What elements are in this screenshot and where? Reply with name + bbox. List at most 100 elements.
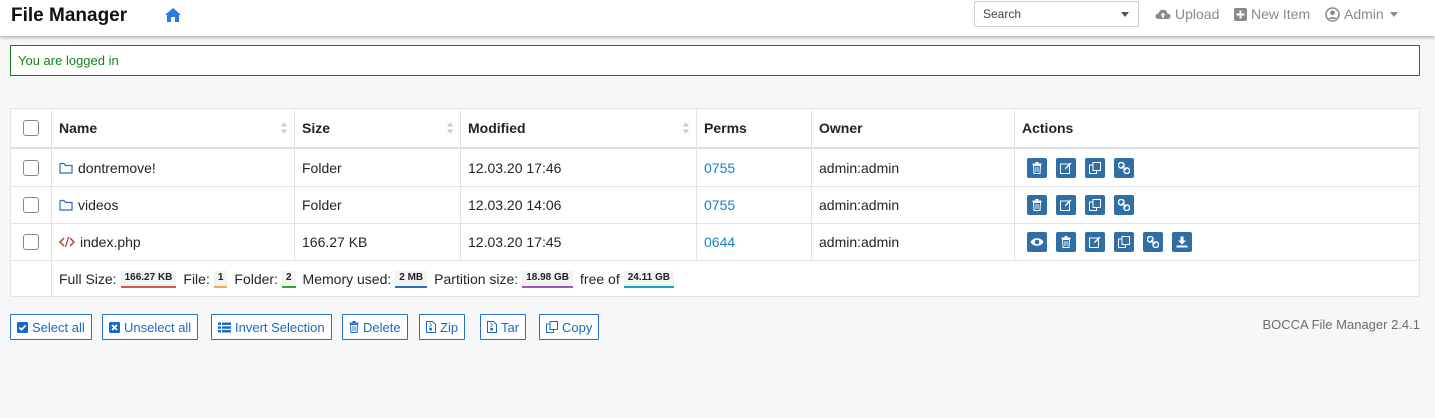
file-name: index.php (80, 234, 141, 250)
plus-square-icon (1234, 7, 1247, 21)
memory-badge: 2 MB (395, 270, 428, 288)
table-row: dontremove! Folder 12.03.20 17:46 0755 a… (11, 149, 1419, 187)
top-navbar: File Manager Upload New Item Admin (0, 0, 1435, 36)
header-modified[interactable]: Modified (460, 109, 696, 147)
file-size: Folder (302, 159, 342, 176)
perms-link[interactable]: 0755 (704, 197, 735, 213)
header-actions-label: Actions (1022, 120, 1074, 136)
file-archive-icon (487, 321, 497, 333)
file-owner: admin:admin (819, 197, 900, 213)
file-name-link[interactable]: dontremove! (59, 160, 156, 176)
upload-link[interactable]: Upload (1155, 6, 1219, 22)
delete-button[interactable] (1056, 232, 1076, 252)
copy-button[interactable] (1114, 232, 1134, 252)
header-perms-label: Perms (704, 120, 747, 136)
header-owner: Owner (811, 109, 1014, 147)
file-modified: 12.03.20 14:06 (468, 197, 562, 213)
header-size[interactable]: Size (294, 109, 460, 147)
caret-down-icon (1389, 11, 1398, 17)
login-alert: You are logged in (10, 45, 1420, 76)
file-modified: 12.03.20 17:46 (468, 159, 562, 176)
folder-count-badge: 2 (281, 270, 296, 288)
download-icon (1176, 236, 1188, 248)
file-name-link[interactable]: videos (59, 197, 118, 213)
header-modified-label: Modified (468, 120, 526, 136)
rename-button[interactable] (1056, 157, 1076, 178)
partition-label: Partition size: (434, 271, 519, 287)
header-name-label: Name (59, 120, 98, 136)
search-input[interactable] (975, 2, 1115, 26)
cloud-upload-icon (1155, 9, 1171, 19)
copy-icon (1089, 161, 1101, 174)
x-square-icon (109, 321, 120, 333)
trash-icon (1032, 161, 1042, 174)
select-all-checkbox[interactable] (23, 120, 39, 136)
delete-label: Delete (363, 319, 401, 335)
trash-icon (1032, 199, 1042, 211)
folder-count-label: Folder: (234, 271, 278, 287)
link-icon (1118, 199, 1130, 211)
delete-button[interactable] (1027, 157, 1047, 178)
full-size-badge: 166.27 KB (120, 270, 177, 288)
copy-selected-button[interactable]: Copy (539, 314, 600, 340)
row-checkbox[interactable] (23, 234, 39, 250)
delete-button[interactable] (1027, 195, 1047, 215)
admin-menu[interactable]: Admin (1325, 6, 1398, 22)
new-item-link[interactable]: New Item (1234, 6, 1310, 22)
full-size-label: Full Size: (59, 271, 117, 287)
edit-icon (1089, 236, 1101, 248)
copy-icon (1089, 199, 1101, 211)
link-icon (1118, 161, 1130, 174)
rename-button[interactable] (1085, 232, 1105, 252)
zip-button[interactable]: Zip (419, 314, 466, 340)
direct-link-button[interactable] (1143, 232, 1163, 252)
file-modified: 12.03.20 17:45 (468, 234, 562, 250)
perms-link[interactable]: 0644 (704, 234, 735, 250)
file-name-link[interactable]: index.php (59, 234, 141, 250)
edit-icon (1060, 199, 1072, 211)
upload-label: Upload (1175, 6, 1220, 22)
sort-icon[interactable] (446, 121, 454, 135)
unselect-all-button[interactable]: Unselect all (102, 314, 199, 340)
table-footer-row: Full Size: 166.27 KB File: 1 Folder: 2 M… (11, 261, 1419, 297)
link-icon (1147, 236, 1159, 248)
copy-button[interactable] (1085, 195, 1105, 215)
partition-badge: 18.98 GB (522, 270, 574, 288)
row-checkbox[interactable] (23, 159, 39, 176)
row-checkbox[interactable] (23, 197, 39, 213)
rename-button[interactable] (1056, 195, 1076, 215)
tar-button[interactable]: Tar (480, 314, 527, 340)
folder-icon (59, 199, 73, 211)
version-text: BOCCA File Manager 2.4.1 (1262, 317, 1420, 332)
chevron-down-icon[interactable] (1121, 12, 1129, 17)
select-all-button[interactable]: Select all (10, 314, 92, 340)
memory-label: Memory used: (302, 271, 392, 287)
file-owner: admin:admin (819, 234, 900, 250)
invert-selection-button[interactable]: Invert Selection (211, 314, 332, 340)
admin-label: Admin (1344, 6, 1384, 22)
view-button[interactable] (1027, 232, 1047, 252)
home-icon[interactable] (164, 7, 182, 23)
table-row: index.php 166.27 KB 12.03.20 17:45 0644 … (11, 224, 1419, 261)
select-all-label: Select all (32, 319, 85, 335)
new-item-label: New Item (1251, 6, 1311, 22)
delete-selected-button[interactable]: Delete (342, 314, 408, 340)
search-select[interactable] (974, 1, 1139, 27)
free-label: free of (580, 271, 620, 287)
direct-link-button[interactable] (1114, 157, 1134, 178)
sort-icon[interactable] (280, 121, 288, 135)
table-row: videos Folder 12.03.20 14:06 0755 admin:… (11, 187, 1419, 224)
edit-icon (1060, 162, 1072, 174)
unselect-all-label: Unselect all (124, 319, 192, 335)
copy-label: Copy (562, 319, 593, 335)
copy-button[interactable] (1085, 157, 1105, 178)
file-size: 166.27 KB (302, 234, 368, 250)
sort-icon[interactable] (682, 121, 690, 135)
download-button[interactable] (1172, 232, 1192, 252)
header-name[interactable]: Name (51, 109, 294, 147)
invert-selection-label: Invert Selection (235, 319, 325, 335)
trash-icon (349, 321, 359, 333)
table-header-row: Name Size Modified Perms Owner Actions (11, 109, 1419, 149)
perms-link[interactable]: 0755 (704, 160, 735, 176)
direct-link-button[interactable] (1114, 195, 1134, 215)
